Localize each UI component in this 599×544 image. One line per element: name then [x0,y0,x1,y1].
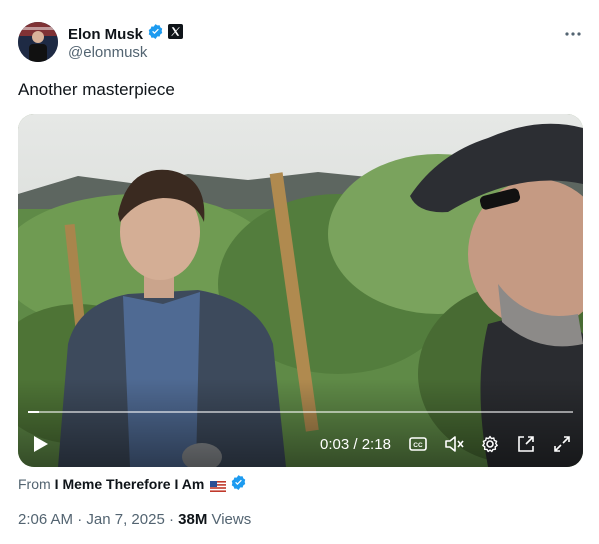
video-controls: 0:03 / 2:18 CC [18,424,583,464]
us-flag-icon [210,479,227,492]
meta-separator-2: · [164,511,179,528]
video-duration: 2:18 [361,436,391,453]
video-timecode: 0:03 / 2:18 [320,436,391,453]
from-label: From [18,476,51,492]
source-account-name[interactable]: I Meme Therefore I Am [55,476,205,492]
verified-badge-icon [147,23,164,45]
tweet-text: Another masterpiece [18,80,175,99]
author-name-row: Elon Musk [68,23,184,45]
more-icon[interactable] [563,24,583,44]
video-player[interactable]: 0:03 / 2:18 CC [18,114,583,467]
tweet-time[interactable]: 2:06 AM [18,511,73,528]
author-display-name[interactable]: Elon Musk [68,26,143,43]
video-current-time: 0:03 [320,436,350,453]
author-handle[interactable]: @elonmusk [68,44,147,61]
mute-icon[interactable] [440,424,468,464]
video-frame-image [18,114,583,467]
svg-text:CC: CC [413,442,423,449]
tweet-meta: 2:06 AM · Jan 7, 2025 · 38M Views [18,511,251,528]
play-icon[interactable] [26,424,56,464]
video-source-row: From I Meme Therefore I Am [18,474,247,494]
tweet-date[interactable]: Jan 7, 2025 [86,511,164,528]
video-progress-bar[interactable] [28,411,573,413]
source-verified-badge-icon [230,474,247,494]
tweet-header: Elon Musk @elonmusk [18,20,583,64]
settings-icon[interactable] [476,424,504,464]
meta-separator: · [73,511,87,528]
avatar[interactable] [18,22,58,62]
video-progress-fill [28,411,39,413]
fullscreen-icon[interactable] [548,424,576,464]
video-time-separator: / [349,436,362,453]
x-logo-icon [168,24,184,44]
views-count: 38M [178,511,208,528]
captions-icon[interactable]: CC [404,424,432,464]
picture-in-picture-icon[interactable] [512,424,540,464]
views-label: Views [207,511,252,528]
